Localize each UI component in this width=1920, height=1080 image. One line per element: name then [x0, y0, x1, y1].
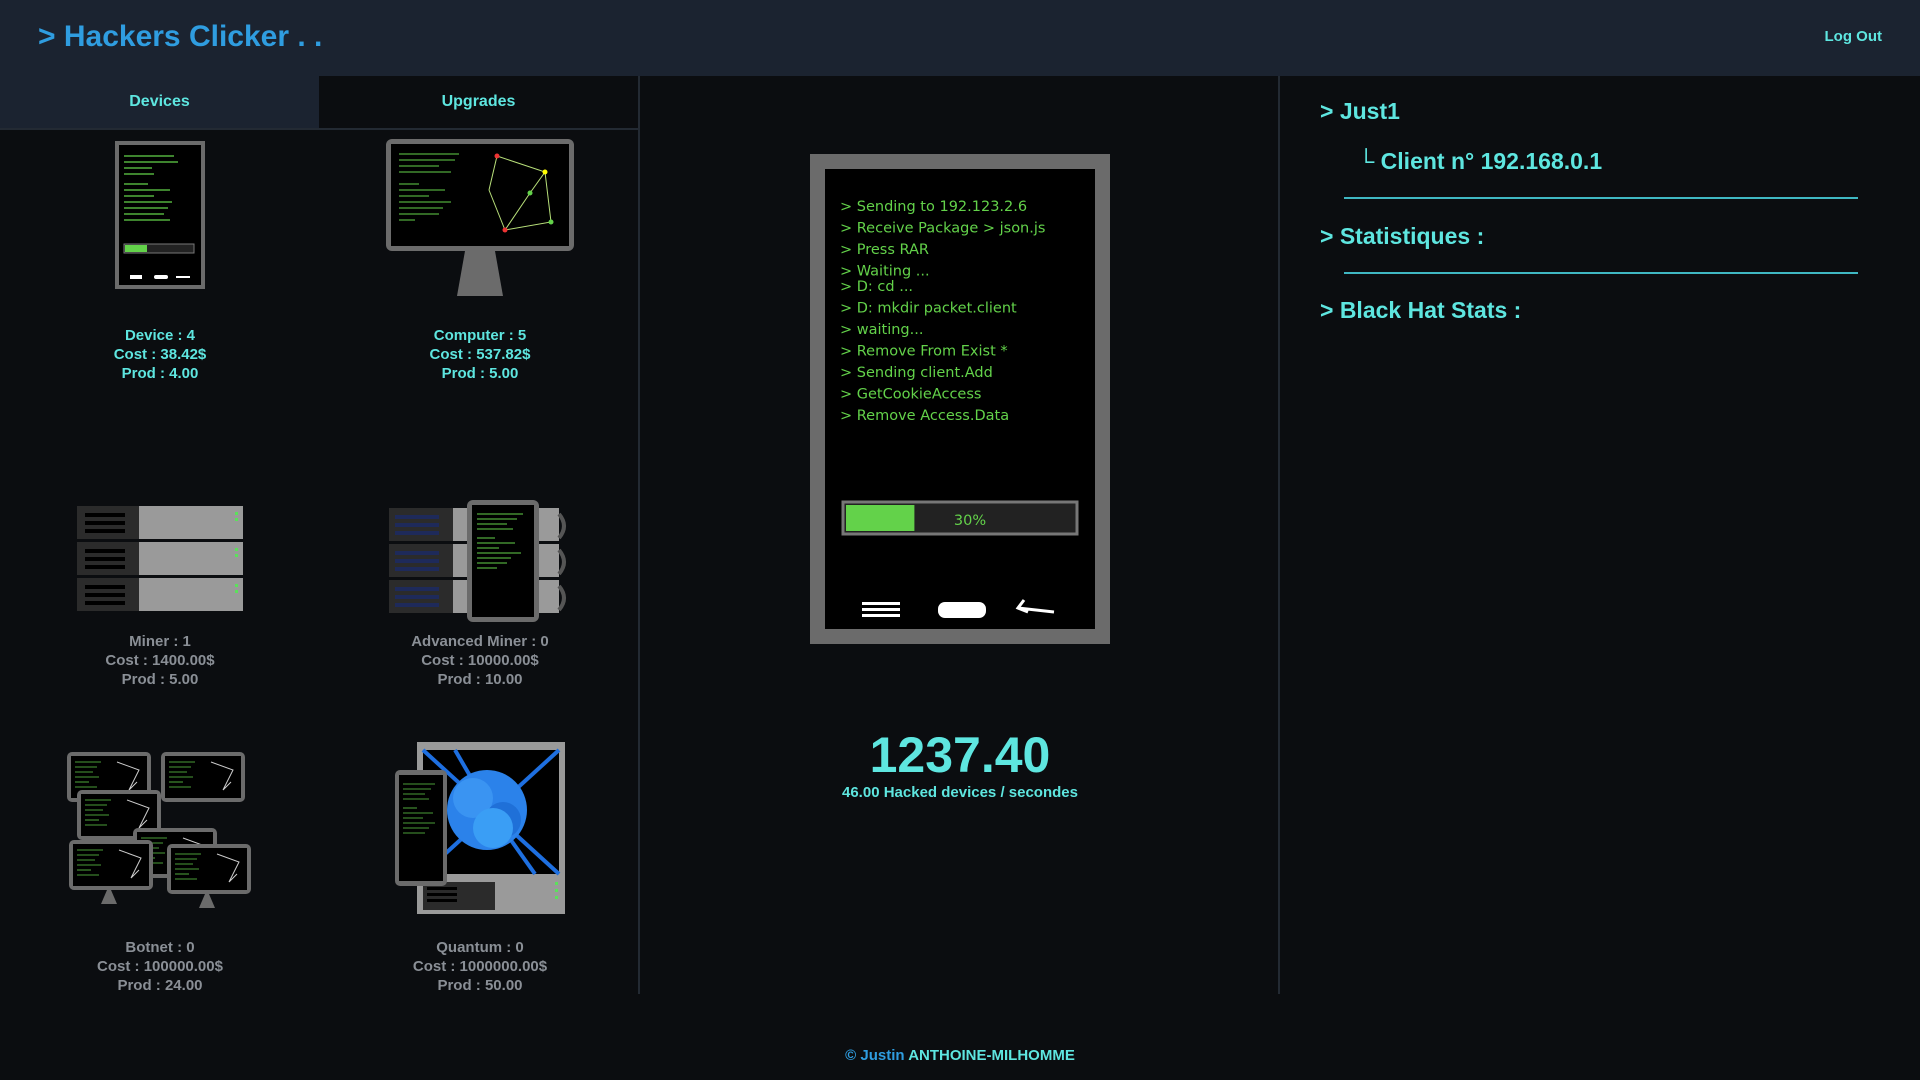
item-prod: Prod : 4.00 [121, 365, 199, 382]
blackhat-title: > Black Hat Stats : [1320, 297, 1522, 323]
item-cost: Cost : 537.82$ [429, 346, 531, 363]
footer-author: ANTHOINE-MILHOMME [908, 1047, 1075, 1064]
terminal-line: > D: cd ... [840, 279, 913, 295]
item-prod: Prod : 5.00 [441, 365, 519, 382]
footer: © Justin ANTHOINE-MILHOMME [0, 1047, 1920, 1064]
tab-upgrades[interactable]: Upgrades [319, 76, 638, 128]
logout-link[interactable]: Log Out [1825, 28, 1882, 45]
terminal-line: > Press RAR [840, 242, 929, 258]
device-grid: Device : 4 Cost : 38.42$ Prod : 4.00 Com… [0, 130, 638, 1048]
shop-item-botnet[interactable]: Botnet : 0 Cost : 100000.00$ Prod : 24.0… [0, 742, 320, 1048]
divider [1344, 197, 1858, 199]
shop-item-computer[interactable]: Computer : 5 Cost : 537.82$ Prod : 5.00 [320, 130, 640, 436]
progress-fill [846, 505, 915, 531]
clicker-panel: > Sending to 192.123.2.6 > Receive Packag… [640, 76, 1280, 994]
item-cost: Cost : 1400.00$ [105, 652, 215, 669]
item-prod: Prod : 10.00 [437, 671, 523, 688]
terminal-line: > Waiting ... [840, 264, 930, 280]
terminal-line: > Sending client.Add [840, 365, 993, 381]
shop-item-miner[interactable]: Miner : 1 Cost : 1400.00$ Prod : 5.00 [0, 436, 320, 742]
item-info: Device : 4 Cost : 38.42$ Prod : 4.00 [0, 326, 320, 383]
terminal-line: > D: mkdir packet.client [840, 301, 1017, 317]
shop-item-advanced-miner[interactable]: Advanced Miner : 0 Cost : 10000.00$ Prod… [320, 436, 640, 742]
server-rack-icon [77, 506, 243, 611]
terminal-line: > Remove From Exist * [840, 344, 1008, 360]
item-info: Advanced Miner : 0 Cost : 10000.00$ Prod… [320, 632, 640, 689]
progress-label: 30% [954, 513, 986, 529]
item-cost: Cost : 10000.00$ [421, 652, 539, 669]
item-name: Botnet : 0 [125, 939, 195, 956]
divider [1344, 272, 1858, 274]
shop-item-quantum[interactable]: Quantum : 0 Cost : 1000000.00$ Prod : 50… [320, 742, 640, 1048]
quantum-icon [395, 742, 565, 914]
terminal-line: > waiting... [840, 322, 923, 338]
username: > Just1 [1320, 98, 1400, 124]
profile-panel: > Just1 └ Client n° 192.168.0.1 > Statis… [1282, 76, 1920, 994]
menu-icon [862, 602, 900, 617]
item-cost: Cost : 1000000.00$ [412, 958, 548, 975]
item-cost: Cost : 38.42$ [113, 346, 207, 363]
item-name: Computer : 5 [433, 327, 527, 344]
botnet-icon [67, 752, 252, 908]
item-info: Quantum : 0 Cost : 1000000.00$ Prod : 50… [320, 938, 640, 995]
item-prod: Prod : 24.00 [117, 977, 203, 994]
client-address: └ Client n° 192.168.0.1 [1358, 148, 1603, 174]
item-name: Advanced Miner : 0 [411, 633, 549, 650]
top-header: > Hackers Clicker . . Log Out [0, 0, 1920, 76]
home-icon [938, 602, 986, 618]
item-info: Computer : 5 Cost : 537.82$ Prod : 5.00 [320, 326, 640, 383]
advanced-server-icon [389, 500, 566, 622]
tab-devices[interactable]: Devices [0, 76, 319, 128]
terminal-line: > Sending to 192.123.2.6 [840, 199, 1027, 215]
hack-counter: 1237.40 [869, 727, 1051, 783]
shop-tabs: Devices Upgrades [0, 76, 638, 130]
monitor-icon [386, 139, 574, 296]
shop-item-device[interactable]: Device : 4 Cost : 38.42$ Prod : 4.00 [0, 130, 320, 436]
shop-panel: Devices Upgrades Device: 4 Cost: 38.42… [0, 76, 640, 994]
clickable-phone[interactable]: > Sending to 192.123.2.6 > Receive Packag… [810, 154, 1110, 644]
phone-icon [115, 141, 205, 289]
item-cost: Cost : 100000.00$ [97, 958, 223, 975]
hack-rate: 46.00 Hacked devices / secondes [842, 784, 1078, 801]
brand-title: > Hackers Clicker . . [38, 20, 323, 53]
footer-copyright: © Justin [845, 1047, 905, 1064]
item-prod: Prod : 50.00 [437, 977, 523, 994]
terminal-line: > GetCookieAccess [840, 387, 981, 403]
item-info: Botnet : 0 Cost : 100000.00$ Prod : 24.0… [0, 938, 320, 995]
item-name: Device : 4 [124, 327, 196, 344]
terminal-line: > Receive Package > json.js [840, 221, 1045, 237]
item-name: Quantum : 0 [436, 939, 524, 956]
item-prod: Prod : 5.00 [121, 671, 199, 688]
item-info: Miner : 1 Cost : 1400.00$ Prod : 5.00 [0, 632, 320, 689]
terminal-line: > Remove Access.Data [840, 408, 1009, 424]
item-name: Miner : 1 [129, 633, 191, 650]
statistics-title: > Statistiques : [1320, 223, 1485, 249]
